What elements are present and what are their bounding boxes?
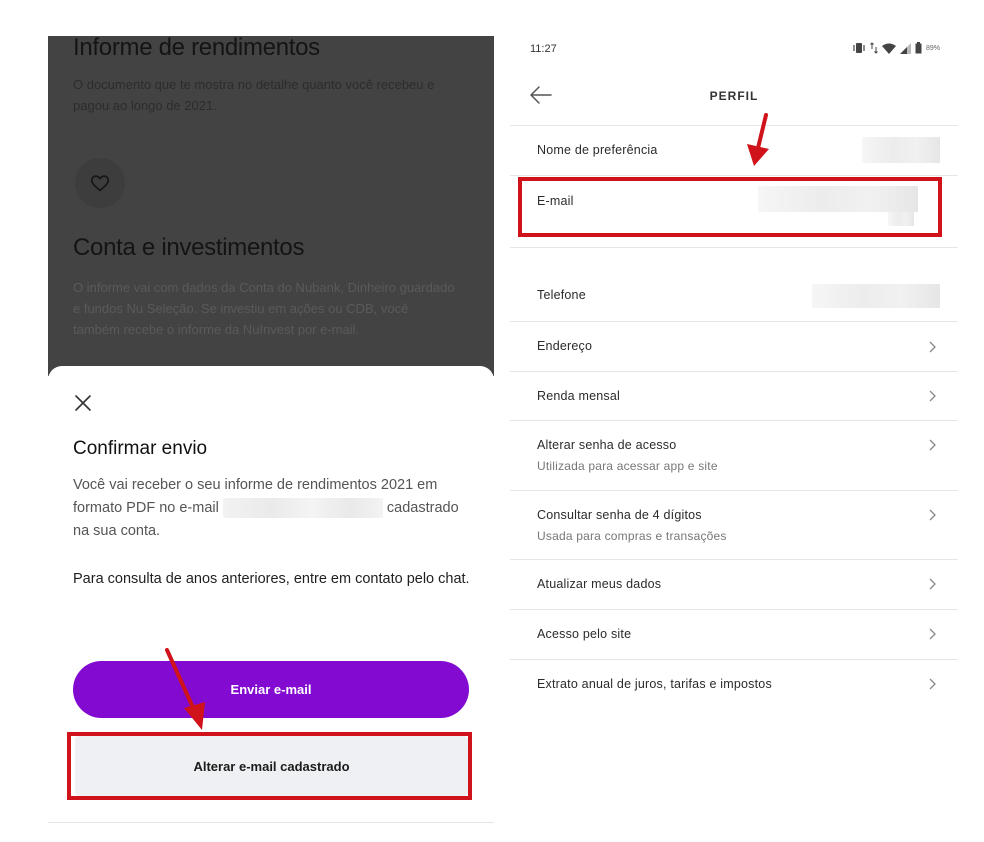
row-label: Consultar senha de 4 dígitos (537, 508, 702, 522)
redacted-value (812, 284, 940, 308)
section-body-informe: O documento que te mostra no detalhe qua… (73, 77, 435, 113)
row-label: Atualizar meus dados (537, 577, 662, 591)
row-label: Acesso pelo site (537, 627, 632, 641)
send-email-button[interactable]: Enviar e-mail (73, 661, 469, 718)
wifi-icon (881, 43, 896, 54)
confirm-send-sheet: Confirmar envio Você vai receber o seu i… (48, 366, 494, 826)
row-acesso-site[interactable]: Acesso pelo site (510, 610, 958, 660)
profile-screen: 11:27 89% PERFIL Nome de preferência E-m… (510, 30, 958, 760)
close-icon (75, 395, 91, 411)
section-title-informe: Informe de rendimentos (73, 36, 320, 61)
close-button[interactable] (72, 392, 94, 414)
battery-icon (915, 42, 922, 54)
chevron-right-icon (929, 578, 936, 590)
status-icons: 89% (852, 42, 940, 54)
row-extrato-anual[interactable]: Extrato anual de juros, tarifas e impost… (510, 660, 958, 710)
row-label: Extrato anual de juros, tarifas e impost… (537, 677, 772, 691)
chevron-right-icon (929, 341, 936, 353)
row-label: Telefone (537, 288, 586, 302)
sheet-description: Você vai receber o seu informe de rendim… (73, 474, 473, 543)
row-endereco[interactable]: Endereço (510, 322, 958, 372)
informe-screen: Informe de rendimentos O documento que t… (48, 36, 494, 826)
chevron-right-icon (929, 628, 936, 640)
chevron-right-icon (929, 678, 936, 690)
battery-level: 89% (925, 44, 940, 52)
row-telefone[interactable]: Telefone (510, 248, 958, 322)
divider (48, 822, 494, 823)
change-email-button[interactable]: Alterar e-mail cadastrado (75, 736, 468, 796)
row-nome-preferencia[interactable]: Nome de preferência (510, 126, 958, 176)
chevron-right-icon (929, 509, 936, 521)
redacted-value (758, 186, 918, 212)
status-time: 11:27 (530, 43, 557, 55)
section-title-conta: Conta e investimentos (73, 234, 305, 261)
row-sublabel: Utilizada para acessar app e site (537, 459, 718, 473)
row-label: Alterar senha de acesso (537, 438, 677, 452)
redacted-value (862, 137, 940, 163)
row-label: E-mail (537, 194, 574, 208)
sheet-title: Confirmar envio (73, 438, 208, 459)
redacted-value (888, 212, 914, 226)
page-title: PERFIL (709, 89, 759, 103)
row-label: Renda mensal (537, 389, 621, 403)
heart-icon (90, 175, 110, 192)
section-body-conta: O informe vai com dados da Conta do Nuba… (73, 280, 455, 337)
sheet-note: Para consulta de anos anteriores, entre … (73, 571, 470, 587)
vibrate-icon (853, 43, 865, 53)
row-label: Endereço (537, 339, 593, 353)
row-email[interactable]: E-mail (510, 176, 958, 248)
row-atualizar-dados[interactable]: Atualizar meus dados (510, 560, 958, 610)
row-sublabel: Usada para compras e transações (537, 529, 727, 543)
redacted-email (222, 498, 383, 519)
row-renda-mensal[interactable]: Renda mensal (510, 372, 958, 421)
signal-icon (899, 42, 911, 54)
favorite-button[interactable] (75, 158, 125, 208)
chevron-right-icon (929, 439, 936, 451)
chevron-right-icon (929, 390, 936, 402)
row-alterar-senha[interactable]: Alterar senha de acesso Utilizada para a… (510, 421, 958, 491)
row-senha-4-digitos[interactable]: Consultar senha de 4 dígitos Usada para … (510, 491, 958, 560)
data-arrows-icon (870, 42, 878, 54)
row-label: Nome de preferência (537, 143, 658, 157)
dimmed-background: Informe de rendimentos O documento que t… (48, 36, 494, 376)
